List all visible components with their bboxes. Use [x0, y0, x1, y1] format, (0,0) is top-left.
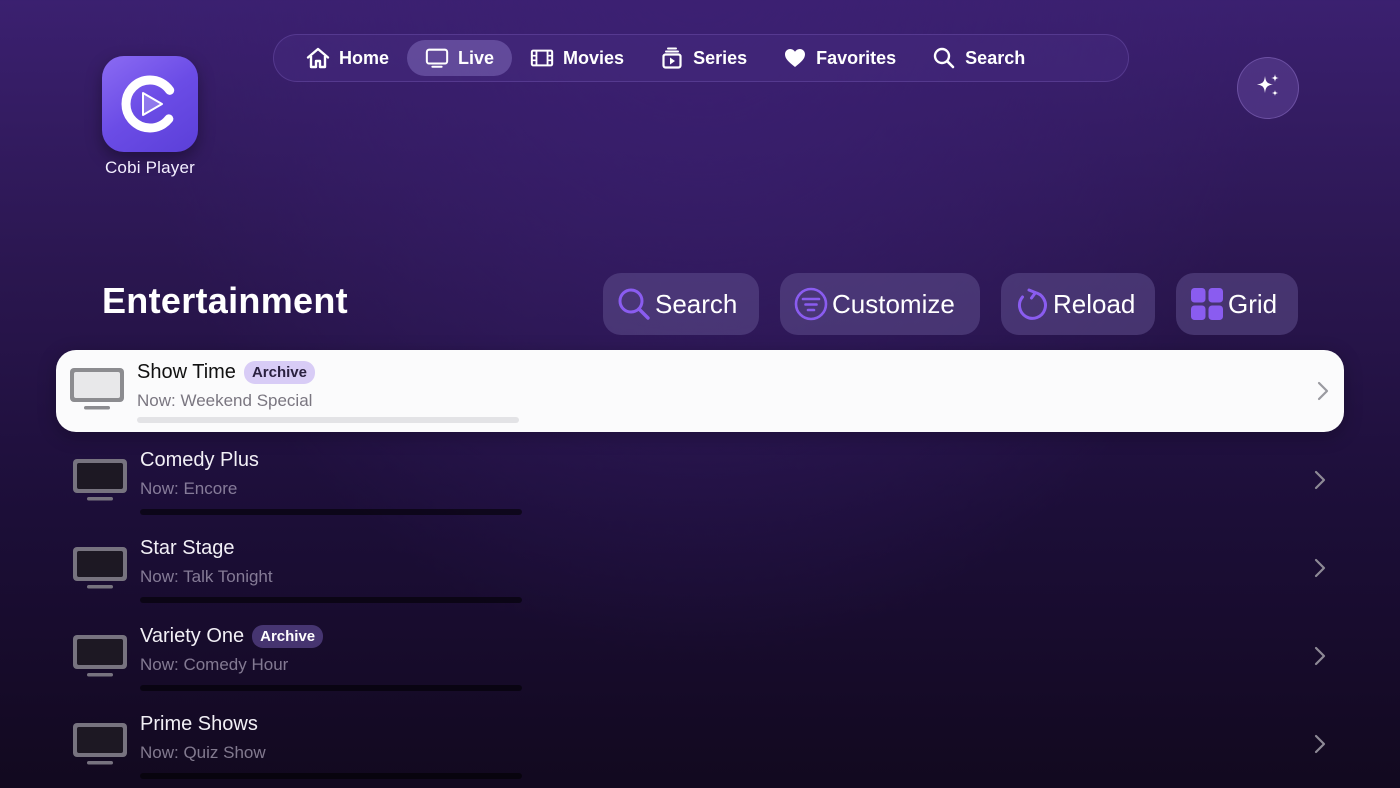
filter-icon — [794, 287, 828, 321]
search-button-label: Search — [655, 288, 738, 319]
play-c-logo-icon — [102, 56, 198, 152]
archive-badge: Archive — [252, 625, 324, 648]
nav-item-live[interactable]: Live — [407, 40, 513, 76]
channel-row[interactable]: Prime Shows Now: Quiz Show — [56, 702, 1344, 784]
channel-name: Comedy Plus — [140, 449, 259, 471]
chevron-right-icon — [1313, 733, 1327, 755]
now-playing: Now: Encore — [140, 479, 238, 498]
nav-item-label: Home — [339, 47, 390, 68]
now-playing: Now: Weekend Special — [137, 391, 313, 410]
progress-track — [140, 597, 522, 603]
channel-name: Show Time — [137, 361, 236, 383]
tv-icon — [71, 543, 129, 593]
progress-track — [137, 417, 519, 423]
channel-title-line: Comedy Plus — [140, 449, 259, 472]
progress-track — [140, 773, 522, 779]
progress-track — [140, 685, 522, 691]
chevron-right-icon — [1313, 645, 1327, 667]
progress-track — [140, 509, 522, 515]
search-icon — [617, 287, 651, 321]
channel-name: Star Stage — [140, 537, 235, 559]
chevron-right-icon — [1316, 380, 1330, 402]
channel-row[interactable]: Comedy Plus Now: Encore — [56, 438, 1344, 520]
channel-row[interactable]: Star Stage Now: Talk Tonight — [56, 526, 1344, 608]
heart-icon — [783, 46, 807, 70]
channel-row[interactable]: Variety One Archive Now: Comedy Hour — [56, 614, 1344, 696]
reload-icon — [1015, 287, 1049, 321]
nav-item-label: Live — [458, 47, 495, 68]
tv-icon — [425, 46, 449, 70]
nav-item-label: Series — [693, 47, 748, 68]
tv-icon — [71, 455, 129, 505]
app-badge[interactable]: Cobi Player — [100, 56, 200, 178]
now-playing: Now: Talk Tonight — [140, 567, 273, 586]
nav-item-label: Favorites — [816, 47, 897, 68]
nav-item-home[interactable]: Home — [288, 40, 407, 76]
search-button[interactable]: Search — [603, 273, 759, 335]
customize-button[interactable]: Customize — [780, 273, 980, 335]
grid-button-label: Grid — [1228, 288, 1278, 319]
now-playing: Now: Comedy Hour — [140, 655, 289, 674]
now-playing: Now: Quiz Show — [140, 743, 266, 762]
tv-icon — [68, 364, 126, 414]
app-name: Cobi Player — [104, 158, 196, 177]
tv-icon — [71, 719, 129, 769]
channel-title-line: Star Stage — [140, 537, 235, 560]
film-icon — [530, 46, 554, 70]
grid-icon — [1190, 287, 1224, 321]
chevron-right-icon — [1313, 469, 1327, 491]
nav-item-label: Movies — [563, 47, 625, 68]
channel-title-line: Prime Shows — [140, 713, 258, 736]
grid-button[interactable]: Grid — [1176, 273, 1298, 335]
nav-item-label: Search — [965, 47, 1026, 68]
home-icon — [306, 46, 330, 70]
section-title: Entertainment — [102, 280, 348, 321]
sparkle-icon — [1254, 72, 1282, 105]
channel-list: Show Time Archive Now: Weekend Special C… — [56, 350, 1344, 788]
reload-button[interactable]: Reload — [1001, 273, 1155, 335]
tv-icon — [71, 631, 129, 681]
top-nav: Home Live Movies Series Favorites Search — [273, 34, 1129, 82]
channel-title-line: Show Time Archive — [137, 361, 315, 384]
chevron-right-icon — [1313, 557, 1327, 579]
channel-title-line: Variety One Archive — [140, 625, 324, 648]
nav-item-movies[interactable]: Movies — [512, 40, 642, 76]
customize-button-label: Customize — [832, 288, 955, 319]
archive-badge: Archive — [243, 361, 315, 384]
reload-button-label: Reload — [1053, 288, 1136, 319]
sparkle-button[interactable] — [1237, 57, 1299, 119]
channel-name: Prime Shows — [140, 713, 258, 735]
nav-item-favorites[interactable]: Favorites — [765, 40, 914, 76]
nav-item-series[interactable]: Series — [642, 40, 765, 76]
nav-item-search[interactable]: Search — [914, 40, 1043, 76]
series-icon — [660, 46, 684, 70]
channel-row[interactable]: Show Time Archive Now: Weekend Special — [56, 350, 1344, 432]
search-icon — [932, 46, 956, 70]
channel-name: Variety One — [140, 625, 245, 647]
